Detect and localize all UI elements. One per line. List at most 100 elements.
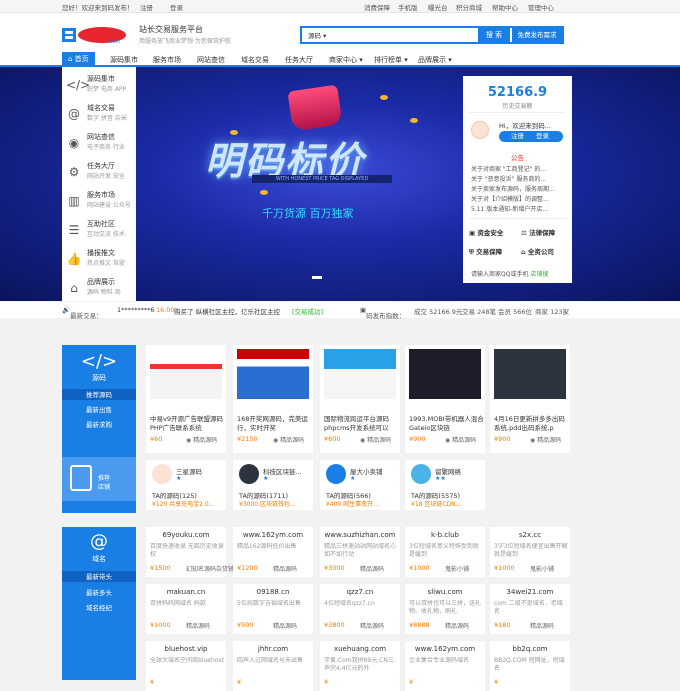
shop-avatar: [152, 464, 172, 484]
site-logo[interactable]: .com: [62, 24, 128, 46]
shop-avatar: [326, 464, 346, 484]
card-welcome: Hi，欢迎来到码...: [499, 122, 551, 130]
shop-avatar: [411, 464, 431, 484]
domain-desc: 四声入过网域名号未出售: [237, 657, 304, 664]
search-button[interactable]: 搜 索: [478, 28, 510, 42]
domain-card[interactable]: bluehost.vip 全球大域名空间商bluehost ¥: [146, 641, 226, 691]
shop-card[interactable]: 留繁网络 ★★ TA的源码(5575) ¥18 区块链CDN...: [405, 460, 485, 510]
welcome-text: 您好！欢迎来到码发布！: [62, 4, 134, 12]
domain-card[interactable]: www.162ym.com 企业集合专业源码域名 ¥: [405, 641, 485, 691]
nav-rankings[interactable]: 排行榜单 ▾: [374, 55, 408, 65]
notice-item[interactable]: 关于对商家 "工商登记" 的...: [471, 164, 567, 173]
domain-card[interactable]: sliwu.com 可以双拼也可以三拼，送礼物、收礼物，刷礼 ¥8888 精品源码: [405, 584, 485, 634]
top-bar: 您好！欢迎来到码发布！ 注册 登录 消费保障 手机版 曝光台 积分商城 帮助中心…: [0, 0, 680, 13]
domain-price: ¥500: [237, 621, 254, 629]
shop-card[interactable]: 三星源码 ★ TA的源码(125) ¥120 共享充电宝2.0...: [146, 460, 226, 510]
domain-link-broker[interactable]: 域名经纪: [62, 602, 136, 612]
product-card[interactable]: 中易v9开源广告联盟源码 PHP广告联系系统 ¥60 ◉ 精品源码: [146, 345, 226, 453]
shop-name: 精品源码: [360, 566, 385, 573]
topbar-link-points-mall[interactable]: 积分商城: [456, 2, 482, 12]
login-link[interactable]: 登录: [170, 2, 183, 12]
domain-card[interactable]: xuehuang.com 学黄.Com双拼89元,CN三声完4,4亿元的外 ¥: [320, 641, 400, 691]
carousel-dot[interactable]: [312, 276, 322, 279]
domain-desc: 5位纯数字吉福域名出售: [237, 600, 301, 607]
avatar: [471, 121, 489, 139]
domain-card[interactable]: jhhr.com 四声入过网域名号未出售 ¥: [233, 641, 313, 691]
source-link-latest-buy[interactable]: 最新求购: [62, 419, 136, 429]
notice-item[interactable]: 关于对【介绍模版】的调整...: [471, 194, 567, 203]
notice-item[interactable]: 关于卖家发布源码，服务周期...: [471, 184, 567, 193]
site-subtitle: 用服务放飞商业梦想·为您保驾护航: [139, 38, 231, 45]
product-card[interactable]: 4月16日更新拼多多出码系统,pdd出码系统,p ¥900 ◉ 精品源码: [490, 345, 570, 453]
domain-desc: 3字3位短域名便宜出售开解就是缓到: [494, 543, 568, 558]
side-menu-item-source[interactable]: </> 源码集市 织梦 电商 APP: [62, 71, 136, 97]
source-link-recommended[interactable]: 推荐源码: [62, 389, 136, 400]
domain-price: ¥: [150, 678, 155, 686]
side-menu-item-services[interactable]: ▥ 服务市场 网站建设 公众号: [62, 187, 136, 213]
domain-price: ¥1200: [237, 564, 258, 572]
nav-brand-showcase[interactable]: 品牌展示 ▾: [418, 55, 452, 65]
topbar-link-guarantee[interactable]: 消费保障: [364, 2, 390, 12]
product-card[interactable]: 168开奖网源码，完美运行，实时开奖 ¥2150 ◉ 精品源码: [233, 345, 313, 453]
shop-card[interactable]: 科技区块链... ★ TA的源码(1711) ¥3000 区块链钱包...: [233, 460, 313, 510]
notice-item[interactable]: 关于 "恶意投诉" 服务商的...: [471, 174, 567, 183]
product-card[interactable]: 1993.MOBI带机器人混合Gateio区块链 ¥900 ◉ 精品源码: [405, 345, 485, 453]
topbar-link-admin[interactable]: 管理中心: [528, 2, 554, 12]
domain-desc: 全球大域名空间商bluehost: [150, 657, 224, 664]
domain-price: ¥1000: [150, 621, 171, 629]
domain-price: ¥180: [494, 621, 511, 629]
domain-price: ¥8888: [409, 621, 430, 629]
domain-card[interactable]: www.162ym.com 精品162源码低价出售 ¥1200 精品源码: [233, 527, 313, 577]
source-link-latest-sale[interactable]: 最新出售: [62, 404, 136, 414]
domain-price: ¥3800: [324, 621, 345, 629]
side-menu-item-site-check[interactable]: ◉ 网站查信 电子商务 行业: [62, 129, 136, 155]
domain-desc: 企业集合专业源码域名: [409, 657, 470, 664]
register-link[interactable]: 注册: [140, 2, 153, 12]
topbar-link-help[interactable]: 帮助中心: [492, 2, 518, 12]
topbar-link-exposure[interactable]: 曝光台: [428, 2, 448, 12]
nav-source-market[interactable]: 源码集市: [110, 55, 138, 65]
nav-service-market[interactable]: 服务市场: [153, 55, 181, 65]
product-thumbnail: [150, 349, 222, 399]
recommended-shop-promo[interactable]: 推荐店铺: [62, 457, 136, 501]
svg-text:.com: .com: [108, 39, 120, 45]
domain-link-latest[interactable]: 最新带头: [62, 571, 136, 582]
domain-link-multi[interactable]: 最新多头: [62, 587, 136, 597]
notice-title: 公告: [511, 154, 524, 162]
topbar-link-mobile[interactable]: 手机版: [398, 2, 418, 12]
domain-name: 69youku.com: [162, 531, 210, 539]
domain-name: 34wei21.com: [506, 588, 554, 596]
search-category-select[interactable]: 源码 ▾: [308, 30, 326, 40]
domain-card[interactable]: k-b.club 3位短域名意义特殊受到就是缓到 ¥1000 鬼影小铺: [405, 527, 485, 577]
side-menu-item-brands[interactable]: ⌂ 品牌展示 源码 物料 商: [62, 274, 136, 300]
side-menu-item-articles[interactable]: 👍 播报推文 热点推文 驾驶: [62, 245, 136, 271]
shop-name: 精品源码: [530, 623, 555, 630]
shop-name: ◉ 精品源码: [445, 437, 477, 444]
domain-card[interactable]: 34wei21.com com 二级不是域名，老域名 ¥180 精品源码: [490, 584, 570, 634]
domain-card[interactable]: www.suzhizhan.com 精品三拼速站站网站域名心如不如行动 ¥3000 精…: [320, 527, 400, 577]
side-menu-item-domain[interactable]: @ 域名交易 数字 拼音 杂米: [62, 100, 136, 126]
domain-desc: 学黄.Com双拼89元,CN三声完4,4亿元的外: [324, 657, 394, 672]
domain-card[interactable]: 69youku.com 百度快速收录 无羁历史收录权 ¥1500 幻知名源码杂货铺: [146, 527, 234, 577]
source-section-sidebar: </> 源码 推荐源码 最新出售 最新求购 推荐店铺: [62, 345, 136, 513]
domain-card[interactable]: 09188.cn 5位纯数字吉福域名出售 ¥500 精品源码: [233, 584, 313, 634]
domain-desc: 4位短域名qzz7.cn: [324, 600, 375, 607]
publish-demand-button[interactable]: 免费发布需求: [512, 28, 562, 42]
shop-icon: [70, 465, 92, 491]
shop-search[interactable]: 请输入商家QQ或手机 店铺搜: [471, 269, 548, 278]
domain-card[interactable]: bb2q.com BB2Q.COM 短网址，短域名 ¥: [490, 641, 570, 691]
side-menu-item-tasks[interactable]: ⚙ 任务大厅 网站开发 安全: [62, 158, 136, 184]
notice-item[interactable]: 5.11 版本通知-新增户开店...: [471, 204, 567, 213]
product-card[interactable]: 国际物流跨运平台源码phpcms开发系统可以 ¥600 ◉ 精品源码: [320, 345, 400, 453]
nav-home[interactable]: ⌂ 首页: [62, 52, 95, 67]
nav-domain-trade[interactable]: 域名交易: [241, 55, 269, 65]
side-menu-item-community[interactable]: ☰ 互助社区 互动交流 技术: [62, 216, 136, 242]
domain-card[interactable]: s2x.cc 3字3位短域名便宜出售开解就是缓到 ¥1000 鬼影小铺: [490, 527, 570, 577]
nav-site-check[interactable]: 网站查信: [197, 55, 225, 65]
domain-card[interactable]: qzz7.cn 4位短域名qzz7.cn ¥3800 精品源码: [320, 584, 400, 634]
shop-card[interactable]: 屋大小卖铺 ★ TA的源码(566) ¥400 网生事变开...: [320, 460, 400, 510]
nav-merchant-center[interactable]: 商家中心 ▾: [329, 55, 363, 65]
domain-card[interactable]: makuan.cn 双拼码码网域名 妈款 ¥1000 精品源码: [146, 584, 226, 634]
nav-task-hall[interactable]: 任务大厅: [285, 55, 313, 65]
card-register-login[interactable]: 注册 登录: [499, 131, 563, 142]
